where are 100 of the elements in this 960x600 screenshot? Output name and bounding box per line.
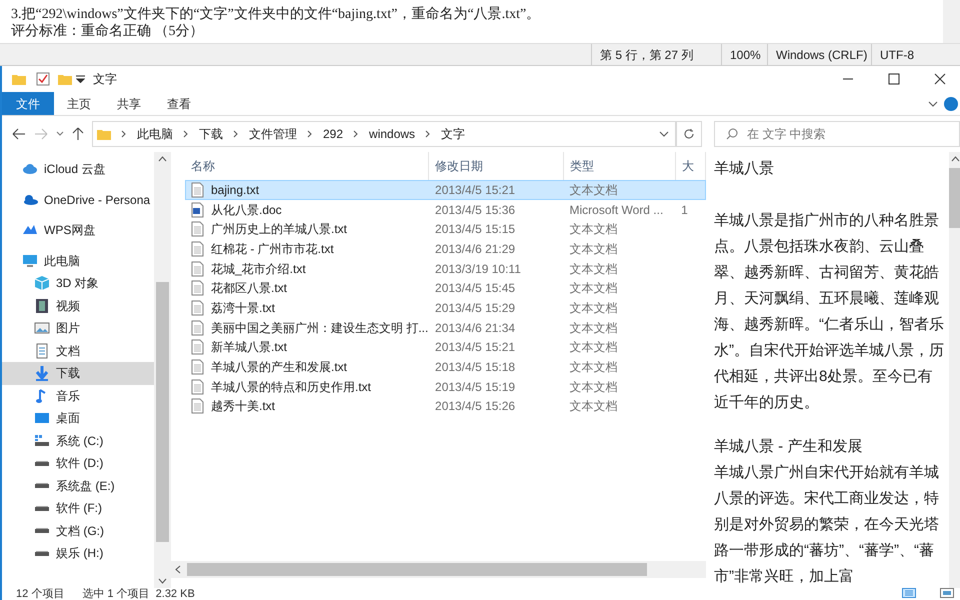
table-cell: 文本文档	[570, 380, 618, 394]
file-row[interactable]: 花城_花市介绍.txt 2013/3/19 10:11 文本文档	[185, 258, 706, 278]
scrollbar[interactable]	[154, 152, 171, 588]
chevron-right-icon[interactable]	[353, 130, 360, 138]
chevron-right-icon[interactable]	[307, 130, 313, 138]
close-icon[interactable]	[934, 73, 946, 85]
scrollbar[interactable]	[171, 561, 706, 578]
text-file-icon	[190, 320, 205, 336]
drive-icon	[34, 432, 50, 449]
address-bar[interactable]: 此电脑 下载 文件管理 292 windows 文字	[92, 121, 676, 147]
computer-icon	[22, 252, 38, 269]
nav-item[interactable]: 图片	[2, 317, 154, 340]
status-field: Windows (CRLF)	[767, 44, 871, 65]
nav-item[interactable]: 音乐	[2, 384, 154, 407]
drive-icon	[35, 550, 49, 556]
chevron-down-icon[interactable]	[158, 578, 167, 584]
table-cell: 文本文档	[570, 340, 618, 354]
table-cell: 1	[681, 202, 688, 217]
text-file-icon	[190, 300, 205, 316]
nav-item[interactable]: 桌面	[2, 407, 154, 430]
file-row[interactable]: bajing.txt 2013/4/5 15:21 文本文档	[185, 180, 706, 200]
breadcrumb[interactable]: 文字	[441, 125, 466, 143]
scrollbar[interactable]	[949, 152, 960, 588]
nav-item[interactable]: 下载	[2, 362, 154, 384]
ribbon-tab[interactable]: 查看	[154, 92, 204, 115]
ribbon-tab[interactable]: 共享	[104, 92, 154, 115]
nav-item[interactable]: iCloud 云盘	[2, 158, 154, 180]
file-row[interactable]: 红棉花 - 广州市市花.txt 2013/4/6 21:29 文本文档	[185, 239, 706, 259]
nav-item[interactable]: 系统 (C:)	[2, 430, 154, 452]
drive-icon	[35, 483, 49, 488]
ribbon-tab[interactable]: 主页	[54, 92, 104, 115]
table-cell: 文本文档	[570, 300, 618, 315]
file-row[interactable]: 从化八景.doc 2013/4/5 15:36 Microsoft Word ... 1	[185, 200, 706, 220]
chevron-down-icon[interactable]	[56, 131, 64, 137]
file-row[interactable]: 花都区八景.txt 2013/4/5 15:45 文本文档	[185, 278, 706, 298]
nav-item[interactable]: OneDrive - Persona	[2, 188, 154, 211]
drive-icon	[35, 528, 49, 534]
nav-item[interactable]: 系统盘 (E:)	[2, 474, 154, 497]
maximize-icon[interactable]	[888, 73, 900, 85]
chevron-up-icon[interactable]	[950, 156, 960, 162]
checklist-icon[interactable]	[36, 72, 50, 86]
text-file-icon	[190, 260, 205, 277]
breadcrumb[interactable]: 下载	[199, 125, 223, 143]
status-text: 12 个项目	[16, 588, 64, 600]
table-cell: 2013/4/5 15:36	[435, 202, 516, 217]
nav-item[interactable]: WPS网盘	[2, 219, 154, 242]
table-cell: Microsoft Word ...	[570, 202, 664, 217]
nav-item[interactable]: 文档 (G:)	[2, 520, 154, 542]
nav-item[interactable]: 软件 (D:)	[2, 452, 154, 474]
chevron-up-icon[interactable]	[158, 156, 167, 162]
breadcrumb[interactable]: 此电脑	[137, 125, 173, 143]
file-name: 花城_花市介绍.txt	[211, 260, 306, 278]
file-row[interactable]: 羊城八景的产生和发展.txt 2013/4/5 15:18 文本文档	[185, 357, 706, 377]
chevron-down-icon[interactable]	[659, 129, 670, 139]
breadcrumb[interactable]: 文件管理	[249, 125, 297, 143]
chevron-down-icon[interactable]	[928, 98, 938, 108]
nav-item[interactable]: 娱乐 (H:)	[2, 542, 154, 564]
chevron-right-icon[interactable]	[121, 130, 127, 138]
up-arrow-icon[interactable]	[72, 127, 84, 141]
breadcrumb[interactable]: 292	[323, 125, 344, 143]
chevron-right-icon[interactable]	[425, 130, 432, 138]
nav-item[interactable]: 3D 对象	[2, 272, 154, 294]
breadcrumb[interactable]: windows	[369, 125, 416, 143]
scrollbar-thumb[interactable]	[187, 563, 647, 576]
file-row[interactable]: 荔湾十景.txt 2013/4/5 15:29 文本文档	[185, 298, 706, 318]
chevron-left-icon[interactable]	[175, 565, 181, 574]
nav-item[interactable]: 视频	[2, 294, 154, 317]
status-field: 第 5 行，第 27 列	[591, 44, 721, 65]
window-title: 文字	[93, 71, 118, 88]
search-field[interactable]: 在 文字 中搜索	[714, 121, 960, 147]
table-cell: 2013/4/5 15:45	[435, 281, 516, 296]
nav-item[interactable]: 软件 (F:)	[2, 497, 154, 520]
help-icon[interactable]	[944, 96, 958, 110]
ribbon-tab[interactable]: 文件	[2, 92, 54, 115]
dropdown-icon[interactable]	[76, 75, 85, 83]
file-row[interactable]: 羊城八景的特点和历史作用.txt 2013/4/5 15:19 文本文档	[185, 376, 706, 397]
nav-item[interactable]: 此电脑	[2, 250, 154, 272]
scrollbar-thumb[interactable]	[156, 282, 169, 542]
table-cell: 2013/4/5 15:29	[435, 300, 516, 315]
table-cell: 2013/4/5 15:21	[435, 340, 516, 354]
table-cell: 2013/4/5 15:18	[435, 360, 516, 374]
file-name: 新羊城八景.txt	[211, 339, 288, 356]
chevron-right-icon[interactable]	[233, 130, 239, 138]
file-row[interactable]: 越秀十美.txt 2013/4/5 15:26 文本文档	[185, 396, 706, 416]
scrollbar[interactable]	[943, 0, 960, 44]
back-arrow-icon[interactable]	[12, 128, 26, 140]
drive-icon	[35, 506, 49, 511]
file-row[interactable]: 美丽中国之美丽广州：建设生态文明 打... 2013/4/6 21:34 文本文档	[185, 318, 706, 338]
table-cell: 2013/4/5 15:19	[435, 380, 516, 394]
file-row[interactable]: 广州历史上的羊城八景.txt 2013/4/5 15:15 文本文档	[185, 219, 706, 240]
thumbnail-view-icon[interactable]	[940, 588, 954, 598]
refresh-button[interactable]	[676, 121, 702, 147]
text-line: 3.把“292\windows”文件夹下的“文字”文件夹中的文件“bajing.txt”，重命名为“八景.txt”。	[11, 6, 542, 23]
file-row[interactable]: 新羊城八景.txt 2013/4/5 15:21 文本文档	[185, 338, 706, 358]
scrollbar-thumb[interactable]	[949, 168, 960, 228]
text-file-icon	[190, 240, 205, 257]
details-view-icon[interactable]	[902, 588, 916, 598]
preview-paragraph: 羊城八景是指广州市的八种名胜景点。八景包括珠水夜韵、云山叠翠、越秀新晖、古祠留芳、黄花皓月、天河飘绢、五环晨曦、莲峰观海、越秀新晖。“仁者乐山，智者乐水”。自宋代开始评选羊城八景，历代相延，共评出8处景。至今已有近千年的历史。	[714, 211, 945, 413]
nav-item[interactable]: 文档	[2, 340, 154, 362]
chevron-right-icon[interactable]	[183, 130, 189, 138]
